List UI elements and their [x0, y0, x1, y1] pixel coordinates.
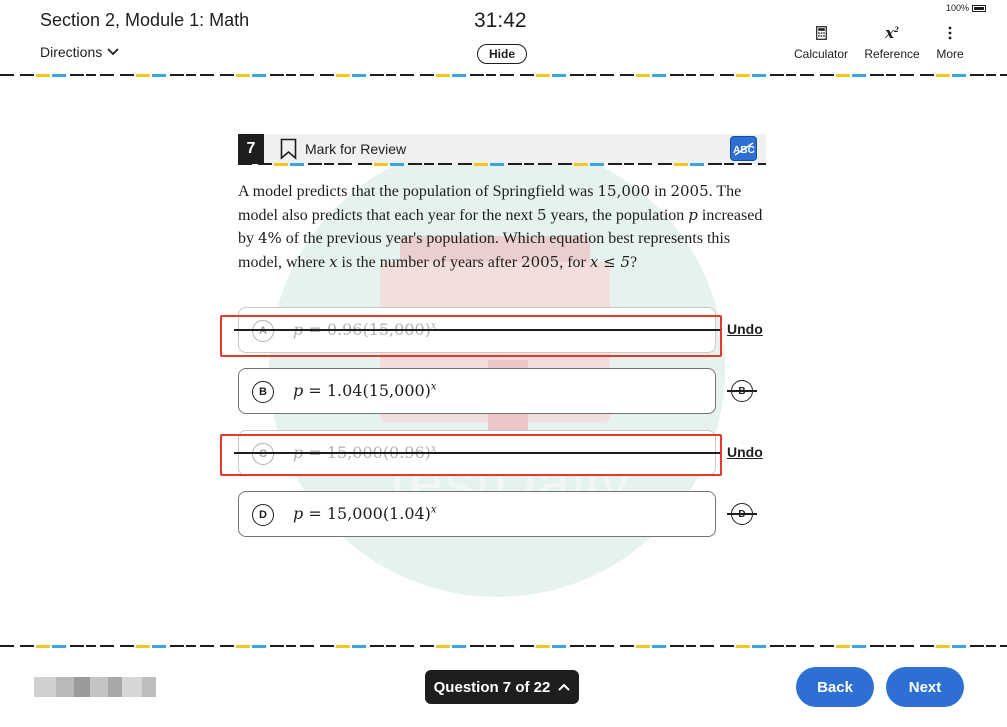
calculator-label: Calculator	[793, 47, 849, 61]
timer: 31:42	[474, 9, 527, 32]
choice-expression: p = 1.04(15,000)x	[293, 381, 437, 400]
answer-eliminator-toggle[interactable]: ABC	[730, 136, 757, 161]
battery-percent: 100%	[946, 3, 970, 13]
hide-timer-button[interactable]: Hide	[477, 44, 527, 64]
choice-expression: p = 15,000(1.04)x	[293, 504, 437, 523]
abc-strikethrough-icon: ABC	[733, 141, 754, 156]
calculator-icon	[815, 26, 827, 40]
bookmark-icon[interactable]	[280, 138, 297, 160]
directions-label: Directions	[40, 44, 103, 60]
question-stem: A model predicts that the population of …	[238, 182, 763, 272]
footer-divider	[0, 645, 1007, 648]
back-button[interactable]: Back	[796, 667, 874, 707]
more-button[interactable]: More	[934, 24, 966, 61]
choice-letter: D	[252, 504, 274, 526]
calculator-button[interactable]: Calculator	[792, 24, 850, 61]
question-navigator-label: Question 7 of 22	[433, 678, 551, 696]
question-toolbar-divider	[238, 163, 766, 166]
reference-label: Reference	[864, 47, 920, 61]
choice-d[interactable]: D p = 15,000(1.04)x	[238, 491, 716, 537]
highlight-box	[220, 434, 722, 476]
highlight-box	[220, 315, 722, 357]
chevron-down-icon	[107, 48, 119, 56]
more-vertical-icon	[948, 26, 952, 40]
choice-b[interactable]: B p = 1.04(15,000)x	[238, 368, 716, 414]
battery-status: 100%	[946, 3, 987, 13]
chevron-up-icon	[558, 683, 571, 691]
eliminate-choice-d-button[interactable]: D	[727, 503, 757, 525]
reference-button[interactable]: x2 Reference	[862, 24, 922, 61]
next-button[interactable]: Next	[886, 667, 964, 707]
battery-icon	[972, 4, 987, 12]
choice-letter: B	[252, 381, 274, 403]
test-header: Section 2, Module 1: Math Directions 31:…	[0, 0, 1007, 76]
more-label: More	[936, 47, 964, 61]
undo-button-c[interactable]: Undo	[727, 444, 763, 460]
question-number: 7	[238, 134, 264, 164]
reference-icon: x2	[885, 24, 899, 42]
student-name-blurred	[34, 677, 156, 697]
section-title: Section 2, Module 1: Math	[40, 10, 250, 30]
mark-for-review-label[interactable]: Mark for Review	[305, 141, 406, 157]
eliminate-choice-b-button[interactable]: B	[727, 380, 757, 402]
question-navigator-button[interactable]: Question 7 of 22	[425, 670, 579, 704]
header-divider	[0, 74, 1007, 77]
undo-button-a[interactable]: Undo	[727, 321, 763, 337]
directions-toggle[interactable]: Directions	[40, 44, 119, 60]
